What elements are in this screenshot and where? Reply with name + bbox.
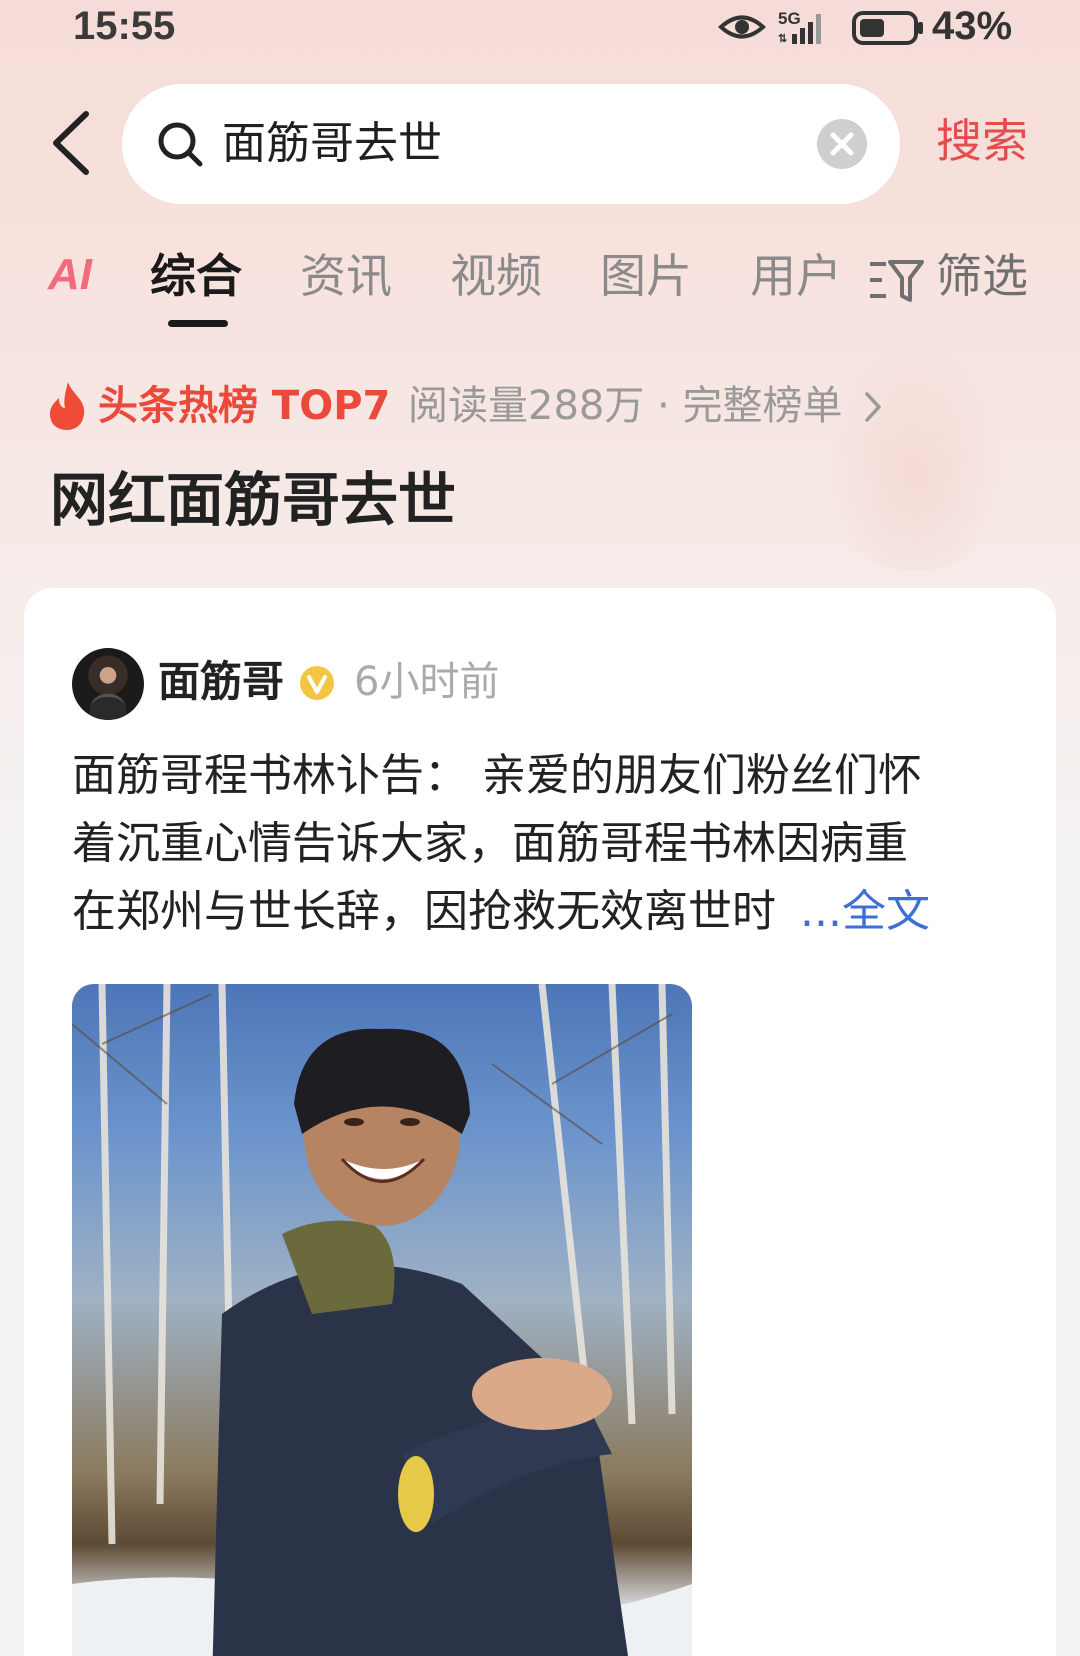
post-text-line-content: 在郑州与世长辞，因抢救无效离世时	[72, 886, 776, 937]
post-photo[interactable]	[72, 984, 692, 1656]
status-time: 15:55	[73, 4, 176, 48]
topic-title: 网红面筋哥去世	[50, 466, 457, 534]
tab-news[interactable]: 资讯	[300, 246, 392, 306]
tab-users[interactable]: 用户	[750, 246, 842, 306]
post-time: 6小时前	[354, 659, 500, 705]
fire-icon	[50, 382, 85, 430]
clear-icon[interactable]	[816, 118, 868, 170]
tab-general[interactable]: 综合	[150, 246, 242, 306]
post-text-line: 面筋哥程书林讣告： 亲爱的朋友们粉丝们怀	[72, 750, 922, 801]
read-more-link[interactable]: ...全文	[800, 886, 930, 937]
hot-list-link[interactable]: 头条热榜 TOP7 阅读量288万 · 完整榜单	[46, 378, 1046, 438]
chevron-right-icon	[865, 392, 881, 422]
status-bar: 15:55 5G ⇅ 43%	[0, 0, 1080, 56]
tab-videos[interactable]: 视频	[450, 246, 542, 306]
post-text-line: 着沉重心情告诉大家，面筋哥程书林因病重	[72, 818, 908, 869]
background-flame-decoration	[820, 340, 1010, 570]
photo-illustration	[72, 984, 692, 1656]
tab-ai[interactable]: AI	[48, 250, 92, 300]
filter-label[interactable]: 筛选	[936, 246, 1028, 306]
search-query-text: 面筋哥去世	[222, 118, 442, 169]
verified-icon	[300, 666, 334, 700]
post-text[interactable]: 面筋哥程书林讣告： 亲爱的朋友们粉丝们怀 着沉重心情告诉大家，面筋哥程书林因病重…	[72, 742, 992, 946]
post-text-line-last: 在郑州与世长辞，因抢救无效离世时 ...全文	[72, 878, 992, 946]
hot-list-label: 头条热榜 TOP7	[98, 383, 391, 429]
post-card[interactable]: 面筋哥 6小时前 面筋哥程书林讣告： 亲爱的朋友们粉丝们怀 着沉重心情告诉大家，…	[24, 588, 1056, 1656]
battery-icon	[852, 11, 923, 45]
svg-text:⇅: ⇅	[778, 33, 787, 45]
eye-icon	[718, 15, 766, 39]
search-tabs: AI 综合 资讯 视频 图片 用户 筛选	[0, 242, 1080, 332]
active-tab-indicator	[168, 320, 228, 327]
search-icon	[158, 122, 203, 167]
signal-icon: 5G ⇅	[778, 9, 821, 45]
search-button[interactable]: 搜索	[936, 110, 1028, 172]
hot-list-meta: 阅读量288万 · 完整榜单	[408, 383, 843, 429]
search-input[interactable]: 面筋哥去世	[122, 84, 900, 204]
avatar[interactable]	[72, 648, 144, 720]
battery-percent: 43%	[932, 4, 1013, 48]
network-label: 5G	[778, 9, 801, 28]
author-name[interactable]: 面筋哥	[158, 652, 284, 712]
tab-images[interactable]: 图片	[600, 246, 692, 306]
back-icon[interactable]	[48, 110, 94, 176]
filter-icon[interactable]	[868, 256, 924, 304]
